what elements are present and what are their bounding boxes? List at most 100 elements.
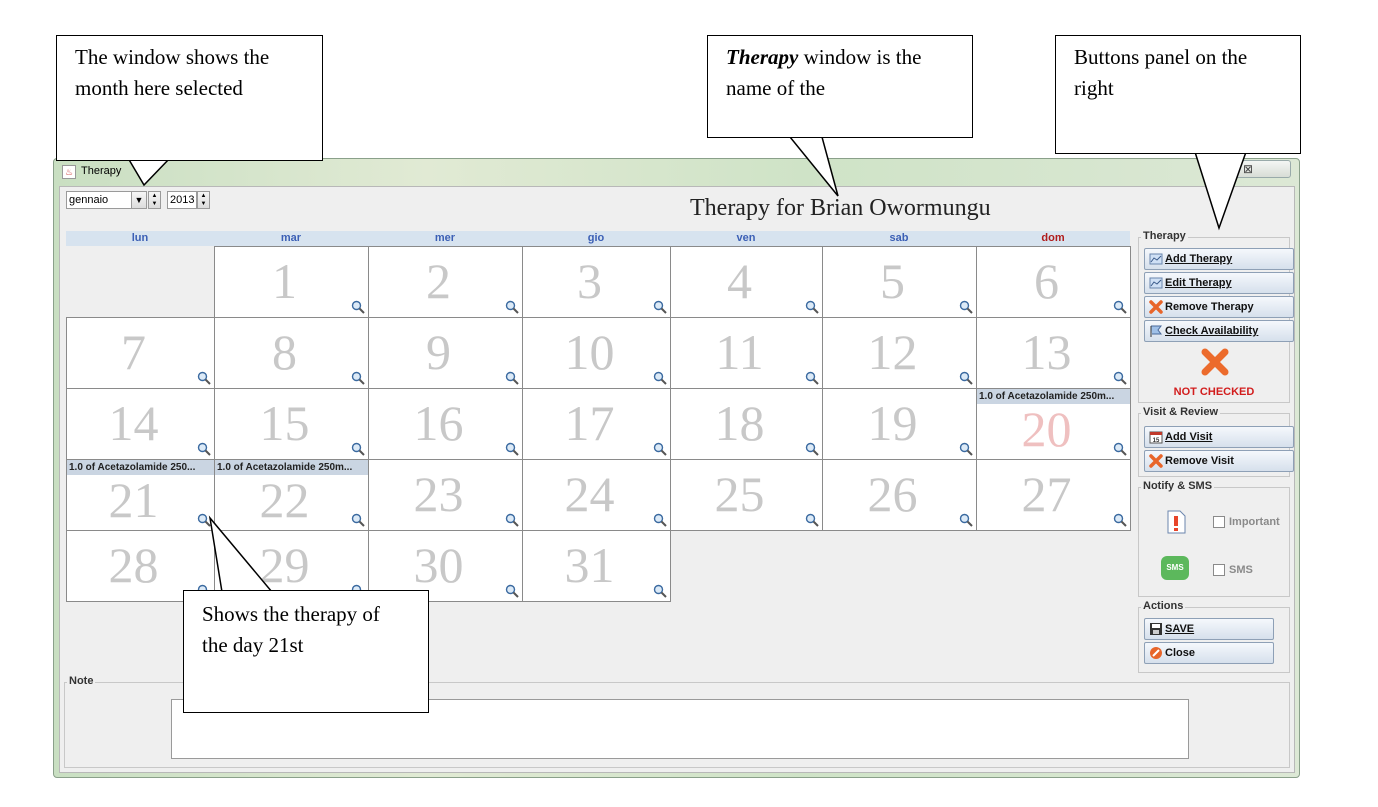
availability-status: NOT CHECKED xyxy=(1173,386,1255,398)
magnifier-icon[interactable] xyxy=(959,300,973,314)
callout-window-name: Therapy window is the name of the xyxy=(707,35,973,138)
magnifier-icon[interactable] xyxy=(653,584,667,598)
magnifier-icon[interactable] xyxy=(1113,371,1127,385)
day-cell[interactable]: 13 xyxy=(976,317,1131,389)
title-bar[interactable]: ♨ Therapy ⊠ xyxy=(54,159,1299,185)
day-cell[interactable]: 18 xyxy=(670,388,823,460)
magnifier-icon[interactable] xyxy=(959,371,973,385)
magnifier-icon[interactable] xyxy=(653,300,667,314)
day-number: 19 xyxy=(867,395,918,451)
year-field[interactable]: 2013 xyxy=(167,191,197,209)
day-number: 25 xyxy=(714,466,765,522)
magnifier-icon[interactable] xyxy=(805,442,819,456)
check-availability-button[interactable]: Check Availability xyxy=(1144,320,1294,342)
day-cell[interactable]: 14 xyxy=(66,388,215,460)
callout-buttons-panel: Buttons panel on the right xyxy=(1055,35,1301,154)
day-cell[interactable]: 15 xyxy=(214,388,369,460)
window-close-button[interactable]: ⊠ xyxy=(1205,160,1291,178)
year-spinner[interactable]: ▲ ▼ xyxy=(197,191,210,209)
actions-group-title: Actions xyxy=(1141,600,1186,612)
day-number: 28 xyxy=(108,537,159,593)
magnifier-icon[interactable] xyxy=(505,442,519,456)
day-cell[interactable]: 1.0 of Acetazolamide 250m... 20 xyxy=(976,388,1131,460)
magnifier-icon[interactable] xyxy=(959,513,973,527)
day-cell[interactable]: 10 xyxy=(522,317,671,389)
add-visit-button[interactable]: 15 Add Visit xyxy=(1144,426,1294,448)
magnifier-icon[interactable] xyxy=(505,371,519,385)
magnifier-icon[interactable] xyxy=(1113,513,1127,527)
day-number: 30 xyxy=(413,537,464,593)
day-cell[interactable]: 3 xyxy=(522,246,671,318)
magnifier-icon[interactable] xyxy=(197,371,211,385)
window-title: Therapy xyxy=(81,165,122,177)
day-cell[interactable]: 19 xyxy=(822,388,977,460)
magnifier-icon[interactable] xyxy=(653,371,667,385)
day-cell[interactable]: 9 xyxy=(368,317,523,389)
important-checkbox[interactable] xyxy=(1213,516,1225,528)
day-number: 31 xyxy=(564,537,615,593)
day-cell[interactable]: 16 xyxy=(368,388,523,460)
page-title: Therapy for Brian Owormungu xyxy=(690,195,991,221)
sms-checkbox[interactable] xyxy=(1213,564,1225,576)
day-cell[interactable]: 12 xyxy=(822,317,977,389)
day-cell[interactable]: 24 xyxy=(522,459,671,531)
magnifier-icon[interactable] xyxy=(505,584,519,598)
day-cell[interactable]: 31 xyxy=(522,530,671,602)
important-note-icon xyxy=(1167,510,1186,534)
day-cell[interactable]: 17 xyxy=(522,388,671,460)
day-cell[interactable]: 5 xyxy=(822,246,977,318)
magnifier-icon[interactable] xyxy=(505,513,519,527)
actions-group: Actions SAVE Close xyxy=(1138,600,1290,673)
weekday-gio: gio xyxy=(587,232,605,244)
day-number: 29 xyxy=(259,537,310,593)
day-number: 26 xyxy=(867,466,918,522)
magnifier-icon[interactable] xyxy=(1113,442,1127,456)
edit-therapy-button[interactable]: Edit Therapy xyxy=(1144,272,1294,294)
notify-group-title: Notify & SMS xyxy=(1141,480,1215,492)
magnifier-icon[interactable] xyxy=(805,371,819,385)
therapy-group-title: Therapy xyxy=(1141,230,1188,242)
chevron-down-icon[interactable]: ▼ xyxy=(131,191,147,209)
day-cell[interactable]: 25 xyxy=(670,459,823,531)
month-calendar: lun mar mer gio ven sab dom 1 2 3 4 5 6 7 8 9 10 11 12 13 1… xyxy=(66,231,1131,603)
callout-month: The window shows the month here selected xyxy=(56,35,323,161)
day-cell[interactable]: 27 xyxy=(976,459,1131,531)
calendar-icon: 15 xyxy=(1149,431,1163,444)
save-button[interactable]: SAVE xyxy=(1144,618,1274,640)
remove-visit-button[interactable]: Remove Visit xyxy=(1144,450,1294,472)
magnifier-icon[interactable] xyxy=(351,513,365,527)
day-cell[interactable]: 6 xyxy=(976,246,1131,318)
magnifier-icon[interactable] xyxy=(653,513,667,527)
close-button[interactable]: Close xyxy=(1144,642,1274,664)
day-cell[interactable]: 1.0 of Acetazolamide 250... 21 xyxy=(66,459,215,531)
magnifier-icon[interactable] xyxy=(959,442,973,456)
callout-day-therapy: Shows the therapy of the day 21st xyxy=(183,590,429,713)
magnifier-icon[interactable] xyxy=(805,513,819,527)
magnifier-icon[interactable] xyxy=(1113,300,1127,314)
day-cell[interactable]: 1.0 of Acetazolamide 250m... 22 xyxy=(214,459,369,531)
magnifier-icon[interactable] xyxy=(505,300,519,314)
save-label: SAVE xyxy=(1165,623,1195,635)
magnifier-icon[interactable] xyxy=(197,513,211,527)
magnifier-icon[interactable] xyxy=(351,442,365,456)
add-therapy-button[interactable]: Add Therapy xyxy=(1144,248,1294,270)
remove-therapy-button[interactable]: Remove Therapy xyxy=(1144,296,1294,318)
day-cell[interactable]: 11 xyxy=(670,317,823,389)
day-cell[interactable]: 4 xyxy=(670,246,823,318)
magnifier-icon[interactable] xyxy=(653,442,667,456)
magnifier-icon[interactable] xyxy=(351,300,365,314)
magnifier-icon[interactable] xyxy=(805,300,819,314)
day-cell[interactable]: 2 xyxy=(368,246,523,318)
day-number: 10 xyxy=(564,324,615,380)
magnifier-icon[interactable] xyxy=(351,371,365,385)
therapy-group: Therapy Add Therapy Edit Therapy Remove … xyxy=(1138,230,1294,403)
day-cell[interactable]: 7 xyxy=(66,317,215,389)
month-spinner[interactable]: ▲ ▼ xyxy=(148,191,161,209)
day-cell[interactable]: 8 xyxy=(214,317,369,389)
edit-therapy-label: Edit Therapy xyxy=(1165,277,1232,289)
day-cell[interactable]: 26 xyxy=(822,459,977,531)
day-number: 27 xyxy=(1021,466,1072,522)
magnifier-icon[interactable] xyxy=(197,442,211,456)
day-cell[interactable]: 1 xyxy=(214,246,369,318)
day-cell[interactable]: 23 xyxy=(368,459,523,531)
